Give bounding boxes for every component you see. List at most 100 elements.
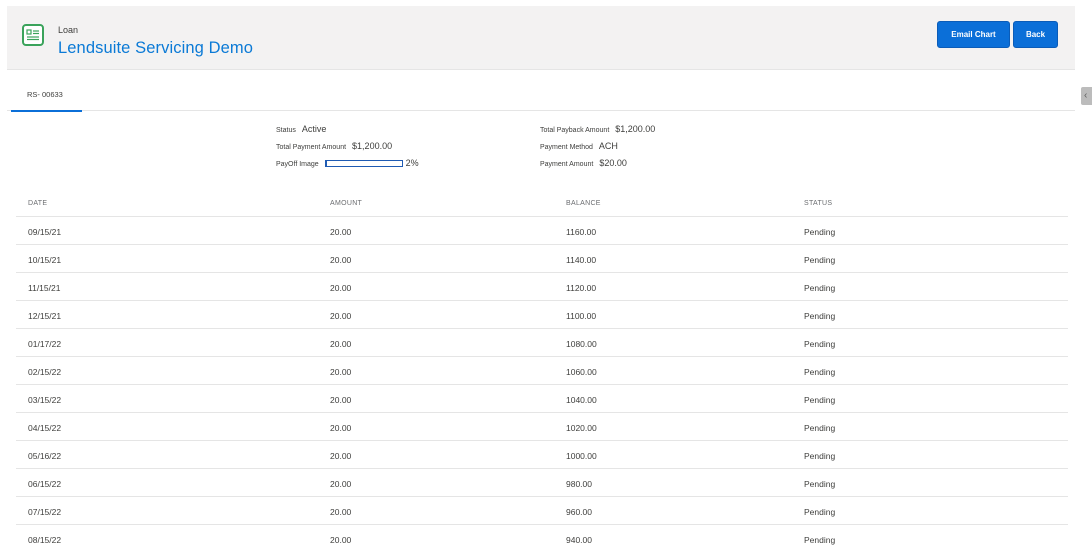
cell-amount: 20.00 xyxy=(330,367,352,377)
cell-date: 08/15/22 xyxy=(28,535,62,545)
payoff-progress-bar xyxy=(324,160,403,167)
cell-balance: 1140.00 xyxy=(566,255,597,265)
object-type-label: Loan xyxy=(58,25,79,35)
cell-amount: 20.00 xyxy=(330,339,352,349)
cell-status: Pending xyxy=(804,535,836,545)
record-name: Lendsuite Servicing Demo xyxy=(58,39,254,57)
cell-status: Pending xyxy=(804,451,836,461)
column-header-date: DATE xyxy=(28,200,48,207)
table-row: 03/15/22 20.00 1040.00 Pending xyxy=(16,384,1068,412)
total-payment-amount-label: Total Payment Amount xyxy=(276,144,347,151)
cell-balance: 1000.00 xyxy=(566,451,597,461)
table-row: 11/15/21 20.00 1120.00 Pending xyxy=(16,272,1068,300)
cell-balance: 1080.00 xyxy=(566,339,597,349)
cell-status: Pending xyxy=(804,227,836,237)
cell-date: 02/15/22 xyxy=(28,367,62,377)
record-header: Loan Lendsuite Servicing Demo Email Char… xyxy=(7,6,1075,70)
total-payback-amount-row: Total Payback Amount $1,200.00 xyxy=(540,124,655,141)
cell-balance: 960.00 xyxy=(566,507,592,517)
cell-status: Pending xyxy=(804,283,836,293)
cell-date: 01/17/22 xyxy=(28,339,62,349)
cell-status: Pending xyxy=(804,367,836,377)
summary-right-column: Total Payback Amount $1,200.00 Payment M… xyxy=(540,124,655,175)
cell-amount: 20.00 xyxy=(330,479,352,489)
cell-date: 06/15/22 xyxy=(28,479,62,489)
cell-balance: 940.00 xyxy=(566,535,592,545)
cell-status: Pending xyxy=(804,255,836,265)
record-tab-strip: RS- 00633 xyxy=(7,84,1075,112)
payoff-image-row: PayOff Image 2% xyxy=(276,158,419,175)
cell-status: Pending xyxy=(804,395,836,405)
cell-status: Pending xyxy=(804,507,836,517)
email-chart-button[interactable]: Email Chart xyxy=(937,21,1010,48)
column-header-amount: AMOUNT xyxy=(330,200,363,207)
cell-amount: 20.00 xyxy=(330,255,352,265)
table-row: 12/15/21 20.00 1100.00 Pending xyxy=(16,300,1068,328)
cell-status: Pending xyxy=(804,423,836,433)
table-row: 01/17/22 20.00 1080.00 Pending xyxy=(16,328,1068,356)
cell-balance: 980.00 xyxy=(566,479,592,489)
payment-amount-label: Payment Amount xyxy=(540,161,594,168)
total-payback-amount-label: Total Payback Amount xyxy=(540,127,610,134)
cell-balance: 1060.00 xyxy=(566,367,597,377)
cell-date: 09/15/21 xyxy=(28,227,62,237)
cell-balance: 1020.00 xyxy=(566,423,597,433)
cell-amount: 20.00 xyxy=(330,395,352,405)
table-row: 06/15/22 20.00 980.00 Pending xyxy=(16,468,1068,496)
cell-balance: 1160.00 xyxy=(566,227,597,237)
cell-amount: 20.00 xyxy=(330,311,352,321)
column-header-status: STATUS xyxy=(804,200,833,207)
table-header: DATE AMOUNT BALANCE STATUS xyxy=(16,192,1068,216)
back-button[interactable]: Back xyxy=(1013,21,1058,48)
cell-status: Pending xyxy=(804,479,836,489)
cell-amount: 20.00 xyxy=(330,507,352,517)
cell-date: 04/15/22 xyxy=(28,423,62,433)
cell-date: 03/15/22 xyxy=(28,395,62,405)
status-row: Status Active xyxy=(276,124,419,141)
table-row: 10/15/21 20.00 1140.00 Pending xyxy=(16,244,1068,272)
payoff-progress-fill xyxy=(325,161,328,166)
tab-label: RS- 00633 xyxy=(27,90,63,99)
summary-left-column: Status Active Total Payment Amount $1,20… xyxy=(276,124,419,175)
table-body: 09/15/21 20.00 1160.00 Pending 10/15/21 20.00… xyxy=(16,216,1068,552)
status-label: Status xyxy=(276,127,296,134)
table-row: 02/15/22 20.00 1060.00 Pending xyxy=(16,356,1068,384)
cell-date: 11/15/21 xyxy=(28,283,61,293)
cell-amount: 20.00 xyxy=(330,227,352,237)
table-row: 05/16/22 20.00 1000.00 Pending xyxy=(16,440,1068,468)
payment-amount-row: Payment Amount $20.00 xyxy=(540,158,655,175)
cell-balance: 1100.00 xyxy=(566,311,597,321)
cell-date: 10/15/21 xyxy=(28,255,62,265)
side-panel-toggle[interactable]: ‹ xyxy=(1081,87,1092,105)
table-row: 08/15/22 20.00 940.00 Pending xyxy=(16,524,1068,552)
payment-method-value: ACH xyxy=(598,141,618,151)
cell-amount: 20.00 xyxy=(330,535,352,545)
total-payment-amount-row: Total Payment Amount $1,200.00 xyxy=(276,141,419,158)
table-row: 04/15/22 20.00 1020.00 Pending xyxy=(16,412,1068,440)
payment-schedule-table: DATE AMOUNT BALANCE STATUS 09/15/21 20.00… xyxy=(16,192,1068,552)
payment-method-row: Payment Method ACH xyxy=(540,141,655,158)
total-payback-amount-value: $1,200.00 xyxy=(615,124,656,134)
cell-amount: 20.00 xyxy=(330,283,352,293)
total-payment-amount-value: $1,200.00 xyxy=(352,141,393,151)
cell-amount: 20.00 xyxy=(330,423,352,433)
chevron-left-icon: ‹ xyxy=(1084,90,1088,101)
payoff-percent: 2% xyxy=(405,158,419,168)
payoff-image-label: PayOff Image xyxy=(276,161,319,168)
active-tab-indicator xyxy=(11,110,82,112)
table-row: 09/15/21 20.00 1160.00 Pending xyxy=(16,216,1068,244)
cell-balance: 1120.00 xyxy=(566,283,597,293)
column-header-balance: BALANCE xyxy=(566,200,601,207)
status-value: Active xyxy=(301,124,327,134)
cell-date: 05/16/22 xyxy=(28,451,62,461)
cell-date: 12/15/21 xyxy=(28,311,62,321)
cell-balance: 1040.00 xyxy=(566,395,597,405)
cell-status: Pending xyxy=(804,311,836,321)
payment-amount-value: $20.00 xyxy=(599,158,627,168)
payment-method-label: Payment Method xyxy=(540,144,593,151)
loan-record-icon xyxy=(22,24,44,46)
cell-amount: 20.00 xyxy=(330,451,352,461)
cell-status: Pending xyxy=(804,339,836,349)
table-row: 07/15/22 20.00 960.00 Pending xyxy=(16,496,1068,524)
tab-rs-00633[interactable]: RS- 00633 xyxy=(11,84,82,112)
